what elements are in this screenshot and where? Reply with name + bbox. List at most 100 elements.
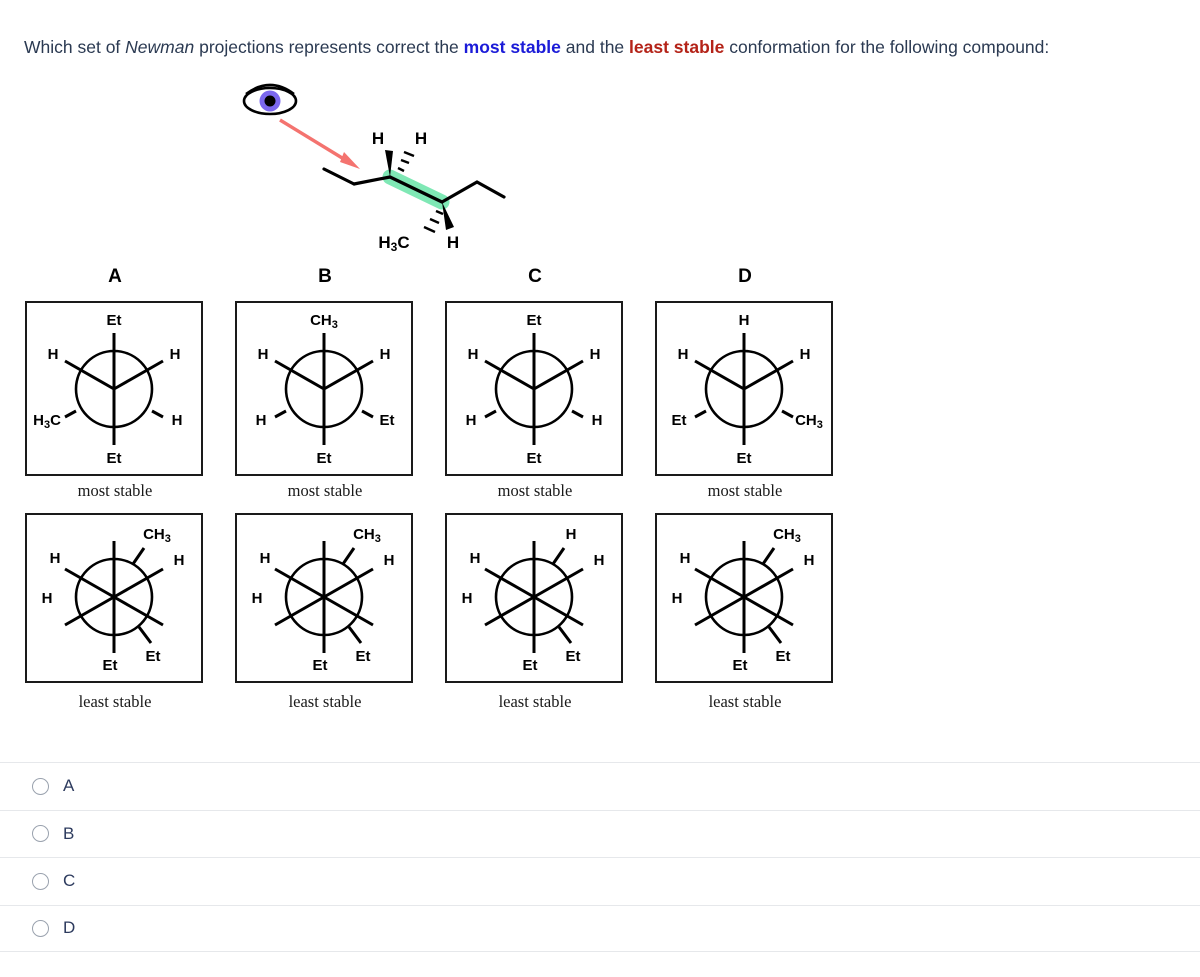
question-prompt: Which set of Newman projections represen… xyxy=(24,36,1200,60)
newman-projection-b-most-stable: CH3 H H H Et Et xyxy=(235,301,413,476)
svg-text:CH3: CH3 xyxy=(795,412,823,431)
newman-projection-b-least-stable: CH3 H H H Et Et xyxy=(235,513,413,683)
newman-a-most-label-down: Et xyxy=(107,450,122,467)
newman-b-least-label-right: H xyxy=(384,552,395,569)
newman-projection-c-most-stable: Et H H H H Et xyxy=(445,301,623,476)
column-label-a: A xyxy=(108,266,122,287)
caption-c-most-stable: most stable xyxy=(497,481,573,500)
answer-option-c[interactable]: C xyxy=(0,857,1200,905)
svg-text:CH3: CH3 xyxy=(143,526,171,545)
answer-option-c-label: C xyxy=(63,871,76,891)
newman-c-most-label-upper-right: H xyxy=(590,346,601,363)
newman-projection-a-most-stable: Et H H H3C H Et xyxy=(25,301,203,476)
answer-options-list: A B C D xyxy=(0,762,1200,952)
newman-a-least-label-left: H xyxy=(42,590,53,607)
newman-b-most-label-upper-right: H xyxy=(380,346,391,363)
newman-b-least-label-down-right: Et xyxy=(356,648,371,665)
answer-option-d-label: D xyxy=(63,918,76,938)
radio-button-a[interactable] xyxy=(32,777,49,795)
newman-b-least-label-left: H xyxy=(252,590,263,607)
newman-b-most-label-upper-left: H xyxy=(258,346,269,363)
compound-structure-figure: H H H3C H xyxy=(232,72,532,252)
newman-d-least-label-up-left: H xyxy=(680,550,691,567)
molecule-label-h-back-right: H xyxy=(447,233,459,252)
svg-text:CH3: CH3 xyxy=(310,312,338,331)
newman-a-least-label-down-right: Et xyxy=(146,648,161,665)
newman-b-least-label-up-left: H xyxy=(260,550,271,567)
newman-projection-d-most-stable: H H H Et CH3 Et xyxy=(655,301,833,476)
newman-d-most-label-upper-left: H xyxy=(678,346,689,363)
answer-option-a-label: A xyxy=(63,776,75,796)
caption-c-least-stable: least stable xyxy=(498,692,572,711)
radio-button-b[interactable] xyxy=(32,825,49,843)
newman-c-most-label-down: Et xyxy=(527,450,542,467)
answer-option-d[interactable]: D xyxy=(0,904,1200,952)
newman-b-most-label-up: CH3 xyxy=(310,312,338,331)
question-most-stable-emphasis: most stable xyxy=(463,37,561,57)
question-text-part-1: Which set of xyxy=(24,37,126,57)
newman-b-most-label-lower-left: H xyxy=(256,412,267,429)
svg-text:H3C: H3C xyxy=(33,412,61,431)
newman-c-least-label-down-right: Et xyxy=(566,648,581,665)
svg-text:CH3: CH3 xyxy=(353,526,381,545)
caption-b-least-stable: least stable xyxy=(288,692,362,711)
newman-a-most-label-upper-right: H xyxy=(170,346,181,363)
newman-d-most-label-lower-right: CH3 xyxy=(795,412,823,431)
newman-c-most-label-up: Et xyxy=(527,312,542,329)
newman-d-least-label-right: H xyxy=(804,552,815,569)
newman-b-most-label-lower-right: Et xyxy=(380,412,395,429)
newman-d-least-label-down-right: Et xyxy=(776,648,791,665)
newman-a-most-label-upper-left: H xyxy=(48,346,59,363)
question-text-part-3: and the xyxy=(560,37,630,57)
answer-option-b[interactable]: B xyxy=(0,809,1200,858)
newman-d-most-label-lower-left: Et xyxy=(672,412,687,429)
caption-b-most-stable: most stable xyxy=(287,481,363,500)
answer-option-a[interactable]: A xyxy=(0,762,1200,810)
newman-d-least-label-left: H xyxy=(672,590,683,607)
newman-c-least-label-right: H xyxy=(594,552,605,569)
caption-d-most-stable: most stable xyxy=(707,481,783,500)
newman-b-least-label-up-right: CH3 xyxy=(353,526,381,545)
question-least-stable-emphasis: least stable xyxy=(629,37,725,57)
newman-b-least-label-down: Et xyxy=(313,657,328,674)
column-label-d: D xyxy=(738,266,752,287)
molecule-label-h3c-back-left: H3C xyxy=(378,233,409,252)
caption-a-most-stable: most stable xyxy=(77,481,153,500)
newman-projection-d-least-stable: CH3 H H H Et Et xyxy=(655,513,833,683)
svg-text:H3C: H3C xyxy=(378,233,409,252)
view-direction-arrow-icon xyxy=(279,118,360,169)
molecule-label-h-front-left: H xyxy=(372,129,384,148)
newman-projection-a-least-stable: CH3 H H H Et Et xyxy=(25,513,203,683)
radio-button-c[interactable] xyxy=(32,872,49,890)
svg-text:CH3: CH3 xyxy=(773,526,801,545)
answer-option-b-label: B xyxy=(63,823,75,843)
molecule-label-h-front-right: H xyxy=(415,129,427,148)
question-text-part-2: projections represents correct the xyxy=(194,37,464,57)
newman-projection-c-least-stable: H H H H Et Et xyxy=(445,513,623,683)
newman-d-least-label-up-right: CH3 xyxy=(773,526,801,545)
newman-a-least-label-up-left: H xyxy=(50,550,61,567)
newman-a-least-label-right: H xyxy=(174,552,185,569)
newman-c-least-label-down: Et xyxy=(523,657,538,674)
newman-c-least-label-up-left: H xyxy=(470,550,481,567)
eye-icon xyxy=(242,83,298,116)
radio-button-d[interactable] xyxy=(32,919,49,937)
newman-c-least-label-up-right: H xyxy=(566,526,577,543)
newman-a-most-label-lower-right: H xyxy=(172,412,183,429)
caption-d-least-stable: least stable xyxy=(708,692,782,711)
newman-c-most-label-lower-right: H xyxy=(592,412,603,429)
newman-c-most-label-lower-left: H xyxy=(466,412,477,429)
question-text-part-4: conformation for the following compound: xyxy=(724,37,1050,57)
caption-a-least-stable: least stable xyxy=(78,692,152,711)
newman-b-most-label-down: Et xyxy=(317,450,332,467)
newman-c-least-label-left: H xyxy=(462,590,473,607)
newman-d-most-label-up: H xyxy=(739,312,750,329)
newman-d-least-label-down: Et xyxy=(733,657,748,674)
newman-a-most-label-lower-left: H3C xyxy=(33,412,61,431)
column-label-c: C xyxy=(528,266,542,287)
newman-a-most-label-back-down: Et xyxy=(107,312,122,329)
column-label-b: B xyxy=(318,266,332,287)
newman-c-most-label-upper-left: H xyxy=(468,346,479,363)
newman-d-most-label-upper-right: H xyxy=(800,346,811,363)
newman-a-least-label-up-right: CH3 xyxy=(143,526,171,545)
